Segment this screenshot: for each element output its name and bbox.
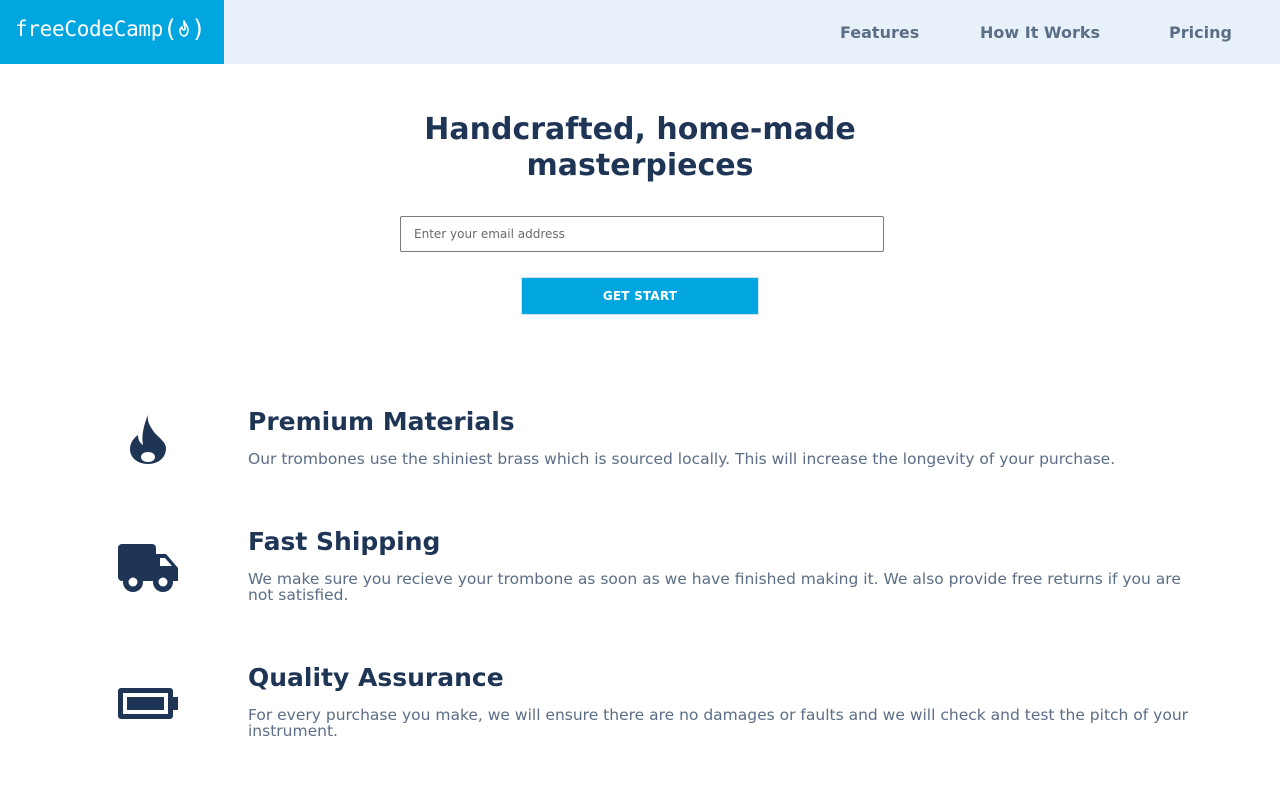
- flame-icon: [179, 20, 190, 37]
- battery-full-icon: [118, 688, 178, 719]
- email-input[interactable]: [400, 216, 884, 252]
- logo: freeCodeCamp ( ): [15, 15, 206, 43]
- feature-description: Our trombones use the shiniest brass whi…: [248, 450, 1116, 468]
- truck-icon: [118, 544, 178, 592]
- feature-title: Premium Materials: [248, 407, 515, 436]
- logo-open-paren: (: [163, 15, 178, 43]
- site-header: freeCodeCamp ( ) Features How It Works P…: [0, 0, 1280, 64]
- feature-title: Quality Assurance: [248, 663, 504, 692]
- feature-description: For every purchase you make, we will ens…: [248, 706, 1189, 740]
- logo-link[interactable]: freeCodeCamp ( ): [0, 0, 224, 64]
- nav-link-pricing[interactable]: Pricing: [1169, 23, 1232, 42]
- nav-link-features[interactable]: Features: [840, 23, 919, 42]
- logo-text: freeCodeCamp: [15, 17, 164, 41]
- nav-link-how-it-works[interactable]: How It Works: [980, 23, 1100, 42]
- feature-title: Fast Shipping: [248, 527, 441, 556]
- feature-description: We make sure you recieve your trombone a…: [248, 570, 1181, 604]
- hero-title: Handcrafted, home-made masterpieces: [424, 112, 856, 183]
- fire-icon: [130, 415, 166, 464]
- logo-close-paren: ): [191, 15, 206, 43]
- get-started-button[interactable]: GET START: [521, 277, 759, 315]
